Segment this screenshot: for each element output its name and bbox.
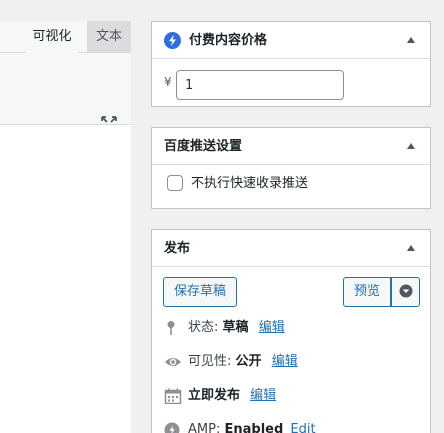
edit-visibility-link[interactable]: 编辑 [272,354,298,369]
content-editor: 可视化 文本 [0,0,131,433]
circle-arrow-down-icon [399,284,413,298]
preview-options-button[interactable] [391,277,420,307]
edit-amp-link[interactable]: Edit [290,422,315,433]
postbox-title: 发布 [164,241,191,256]
publish-time-label: 立即发布 [188,388,241,403]
edit-publish-time-link[interactable]: 编辑 [250,388,276,403]
calendar-icon [164,388,182,404]
postbox-title: 百度推送设置 [164,139,243,154]
status-value: 草稿 [222,320,249,335]
collapse-arrow-icon[interactable] [407,245,415,251]
price-postbox: 付费内容价格 ¥ [151,21,431,107]
currency-symbol: ¥ [164,75,172,89]
eye-icon [165,358,181,366]
editor-body[interactable] [0,125,131,433]
editor-tabs: 可视化 文本 [0,21,131,53]
visibility-label: 可见性: [188,354,232,369]
amp-value: Enabled [224,422,284,433]
postbox-header[interactable]: 百度推送设置 [152,128,430,165]
baidu-push-postbox: 百度推送设置 不执行快速收录推送 [151,127,431,209]
collapse-arrow-icon[interactable] [407,143,415,149]
collapse-arrow-icon[interactable] [407,37,415,43]
amp-icon [164,422,180,433]
checkbox-label[interactable]: 不执行快速收录推送 [191,175,308,192]
lightning-icon [164,32,181,49]
publish-postbox: 发布 保存草稿 预览 状态: 草稿 编辑 可见性: 公开 编辑 立即发布 编辑 … [151,229,431,433]
postbox-header[interactable]: 付费内容价格 [152,22,430,59]
edit-status-link[interactable]: 编辑 [259,320,285,335]
amp-label: AMP: [188,422,221,433]
postbox-title: 付费内容价格 [189,33,268,48]
editor-toolbar [0,53,131,132]
skip-push-checkbox[interactable] [167,175,183,191]
price-input[interactable] [176,70,344,100]
pin-icon [167,321,175,335]
tab-visual[interactable]: 可视化 [26,21,78,53]
postbox-header[interactable]: 发布 [152,230,430,267]
save-draft-button[interactable]: 保存草稿 [163,277,237,307]
status-label: 状态: [188,320,219,335]
tab-text[interactable]: 文本 [87,21,131,53]
visibility-value: 公开 [235,354,262,369]
preview-button[interactable]: 预览 [343,277,391,307]
